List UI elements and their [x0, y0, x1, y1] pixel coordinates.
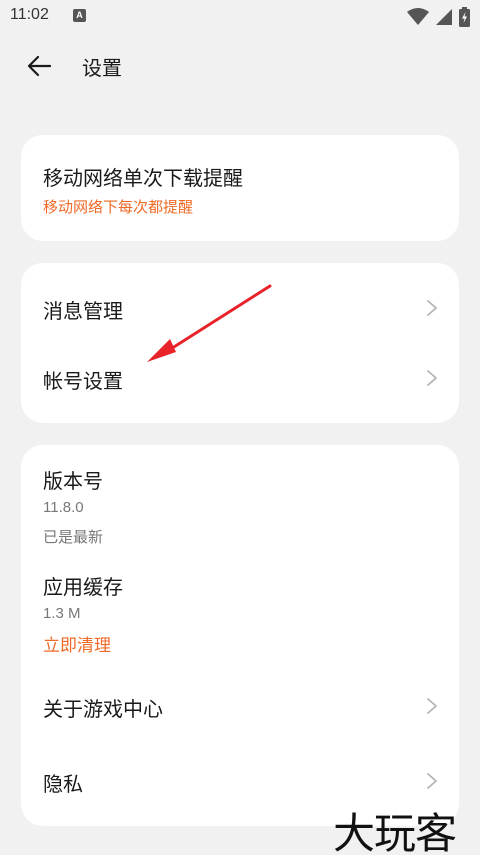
- version-number: 11.8.0: [43, 499, 84, 516]
- status-time: 11:02: [10, 6, 49, 23]
- privacy-title: 隐私: [43, 772, 83, 796]
- back-button[interactable]: [24, 52, 56, 80]
- management-card: 消息管理 帐号设置: [21, 263, 459, 423]
- version-title: 版本号: [43, 469, 103, 493]
- download-reminder-value: 移动网络下每次都提醒: [43, 199, 194, 216]
- app-cache-title: 应用缓存: [43, 575, 123, 599]
- chevron-right-icon: [427, 370, 437, 386]
- notification-badge: A: [73, 9, 86, 22]
- about-game-center-row[interactable]: 关于游戏中心: [21, 667, 459, 742]
- app-info-card: 版本号 11.8.0 已是最新 应用缓存 1.3 M 立即清理 关于游戏中心 隐…: [21, 445, 459, 826]
- download-reminder-card: 移动网络单次下载提醒 移动网络下每次都提醒: [21, 135, 459, 241]
- clear-cache-button[interactable]: 立即清理: [43, 631, 111, 656]
- wifi-icon: [407, 8, 429, 25]
- battery-charging-icon: [459, 7, 470, 27]
- chevron-right-icon: [427, 773, 437, 789]
- account-settings-title: 帐号设置: [43, 369, 123, 393]
- download-reminder-title: 移动网络单次下载提醒: [43, 166, 243, 190]
- version-status: 已是最新: [43, 529, 104, 546]
- version-row: 版本号 11.8.0 已是最新: [21, 445, 459, 555]
- watermark-logo: 大玩客: [333, 809, 457, 855]
- message-management-title: 消息管理: [43, 299, 123, 323]
- status-bar: 11:02 A: [0, 0, 480, 34]
- account-settings-row[interactable]: 帐号设置: [21, 343, 459, 413]
- about-game-center-title: 关于游戏中心: [43, 697, 163, 721]
- app-header: 设置: [0, 40, 480, 92]
- chevron-right-icon: [427, 698, 437, 714]
- status-icons: [407, 7, 470, 27]
- download-reminder-row[interactable]: 移动网络单次下载提醒 移动网络下每次都提醒: [21, 135, 459, 241]
- page-title: 设置: [82, 56, 122, 80]
- signal-icon: [436, 9, 452, 25]
- app-cache-size: 1.3 M: [43, 605, 81, 622]
- arrow-left-icon: [27, 55, 52, 77]
- app-cache-row: 应用缓存 1.3 M 立即清理: [21, 555, 459, 665]
- chevron-right-icon: [427, 300, 437, 316]
- message-management-row[interactable]: 消息管理: [21, 273, 459, 343]
